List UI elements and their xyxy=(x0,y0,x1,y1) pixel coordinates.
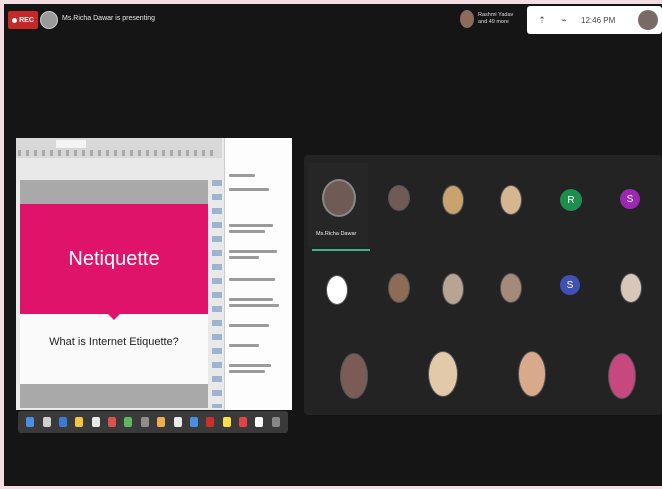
dock-app-icon[interactable] xyxy=(91,417,100,427)
slide-bottom-band xyxy=(20,384,208,408)
participant-chip-text: Rashmi Yadav and 49 more xyxy=(478,12,513,26)
slide: Netiquette What is Internet Etiquette? xyxy=(20,204,208,384)
toolbar-icons xyxy=(18,150,218,156)
dock-app-icon[interactable] xyxy=(124,417,133,427)
browser-tab[interactable] xyxy=(56,140,86,148)
system-tray: ⇡ ⌁ 12:46 PM xyxy=(527,6,662,34)
recording-label: REC xyxy=(19,16,34,24)
presenting-status: Ms.Richa Dawar is presenting xyxy=(62,15,155,22)
shared-screen: Netiquette What is Internet Etiquette? xyxy=(16,138,292,410)
chat-line xyxy=(229,364,271,367)
chat-line xyxy=(229,278,275,281)
participant-avatar[interactable] xyxy=(388,185,410,211)
active-speaker-tile[interactable]: Ms.Richa Dawar xyxy=(308,163,370,251)
dock-app-icon[interactable] xyxy=(58,417,67,427)
meet-window: REC Ms.Richa Dawar is presenting Rashmi … xyxy=(4,4,662,486)
dock-app-icon[interactable] xyxy=(75,417,84,427)
dock-app-icon[interactable] xyxy=(189,417,198,427)
editor-side-toolbar[interactable] xyxy=(212,180,222,408)
dock-app-icon[interactable] xyxy=(26,417,35,427)
participant-avatar[interactable] xyxy=(340,353,368,399)
participant-avatar[interactable] xyxy=(620,273,642,303)
dock-app-icon[interactable] xyxy=(255,417,264,427)
recording-badge: REC xyxy=(8,11,38,29)
clock-time: 12:46 PM xyxy=(581,15,616,25)
self-avatar[interactable] xyxy=(638,10,658,30)
mac-dock[interactable] xyxy=(18,411,288,433)
dock-app-icon[interactable] xyxy=(108,417,117,427)
chat-line xyxy=(229,188,269,191)
chat-panel xyxy=(224,138,292,410)
avatar xyxy=(322,179,356,217)
dock-app-icon[interactable] xyxy=(140,417,149,427)
active-speaker-name: Ms.Richa Dawar xyxy=(316,231,357,237)
slide-title-box: Netiquette xyxy=(20,204,208,320)
letter-avatar[interactable]: R xyxy=(560,189,582,211)
chat-line xyxy=(229,344,259,347)
avatar xyxy=(460,10,474,28)
chat-line xyxy=(229,224,273,227)
participant-avatar[interactable] xyxy=(388,273,410,303)
chat-line xyxy=(229,324,269,327)
letter-avatar[interactable]: S xyxy=(560,275,580,295)
presenter-avatar xyxy=(40,11,58,29)
dock-app-icon[interactable] xyxy=(222,417,231,427)
slide-title: Netiquette xyxy=(68,247,160,270)
letter-avatar[interactable]: S xyxy=(620,189,640,209)
chat-line xyxy=(229,250,277,253)
participant-avatar[interactable] xyxy=(442,185,464,215)
slide-subtitle: What is Internet Etiquette? xyxy=(49,336,179,348)
dock-app-icon[interactable] xyxy=(271,417,280,427)
chat-line xyxy=(229,230,265,233)
speaking-indicator xyxy=(312,249,370,251)
participant-grid: Ms.Richa Dawar R S S xyxy=(304,155,662,415)
chat-line xyxy=(229,256,259,259)
participant-chip[interactable]: Rashmi Yadav and 49 more xyxy=(460,7,528,31)
participant-name: Rashmi Yadav xyxy=(478,12,514,18)
wifi-icon[interactable]: ⌁ xyxy=(557,15,571,26)
browser-toolbar xyxy=(16,138,222,158)
slide-top-band xyxy=(20,180,208,204)
signal-icon[interactable]: ⇡ xyxy=(535,15,549,26)
dock-app-icon[interactable] xyxy=(42,417,51,427)
participant-avatar[interactable] xyxy=(428,351,458,397)
dock-app-icon[interactable] xyxy=(157,417,166,427)
participant-count: and 49 more xyxy=(478,19,509,25)
dock-app-icon[interactable] xyxy=(239,417,248,427)
dock-app-icon[interactable] xyxy=(173,417,182,427)
chat-line xyxy=(229,370,265,373)
participant-avatar[interactable] xyxy=(442,273,464,305)
participant-avatar[interactable] xyxy=(500,185,522,215)
participant-avatar[interactable] xyxy=(608,353,636,399)
dock-app-icon[interactable] xyxy=(206,417,215,427)
chat-line xyxy=(229,304,279,307)
chat-line xyxy=(229,174,255,177)
participant-avatar[interactable] xyxy=(500,273,522,303)
participant-avatar[interactable] xyxy=(326,275,348,305)
participant-avatar[interactable] xyxy=(518,351,546,397)
record-dot-icon xyxy=(12,17,18,23)
chat-line xyxy=(229,298,273,301)
